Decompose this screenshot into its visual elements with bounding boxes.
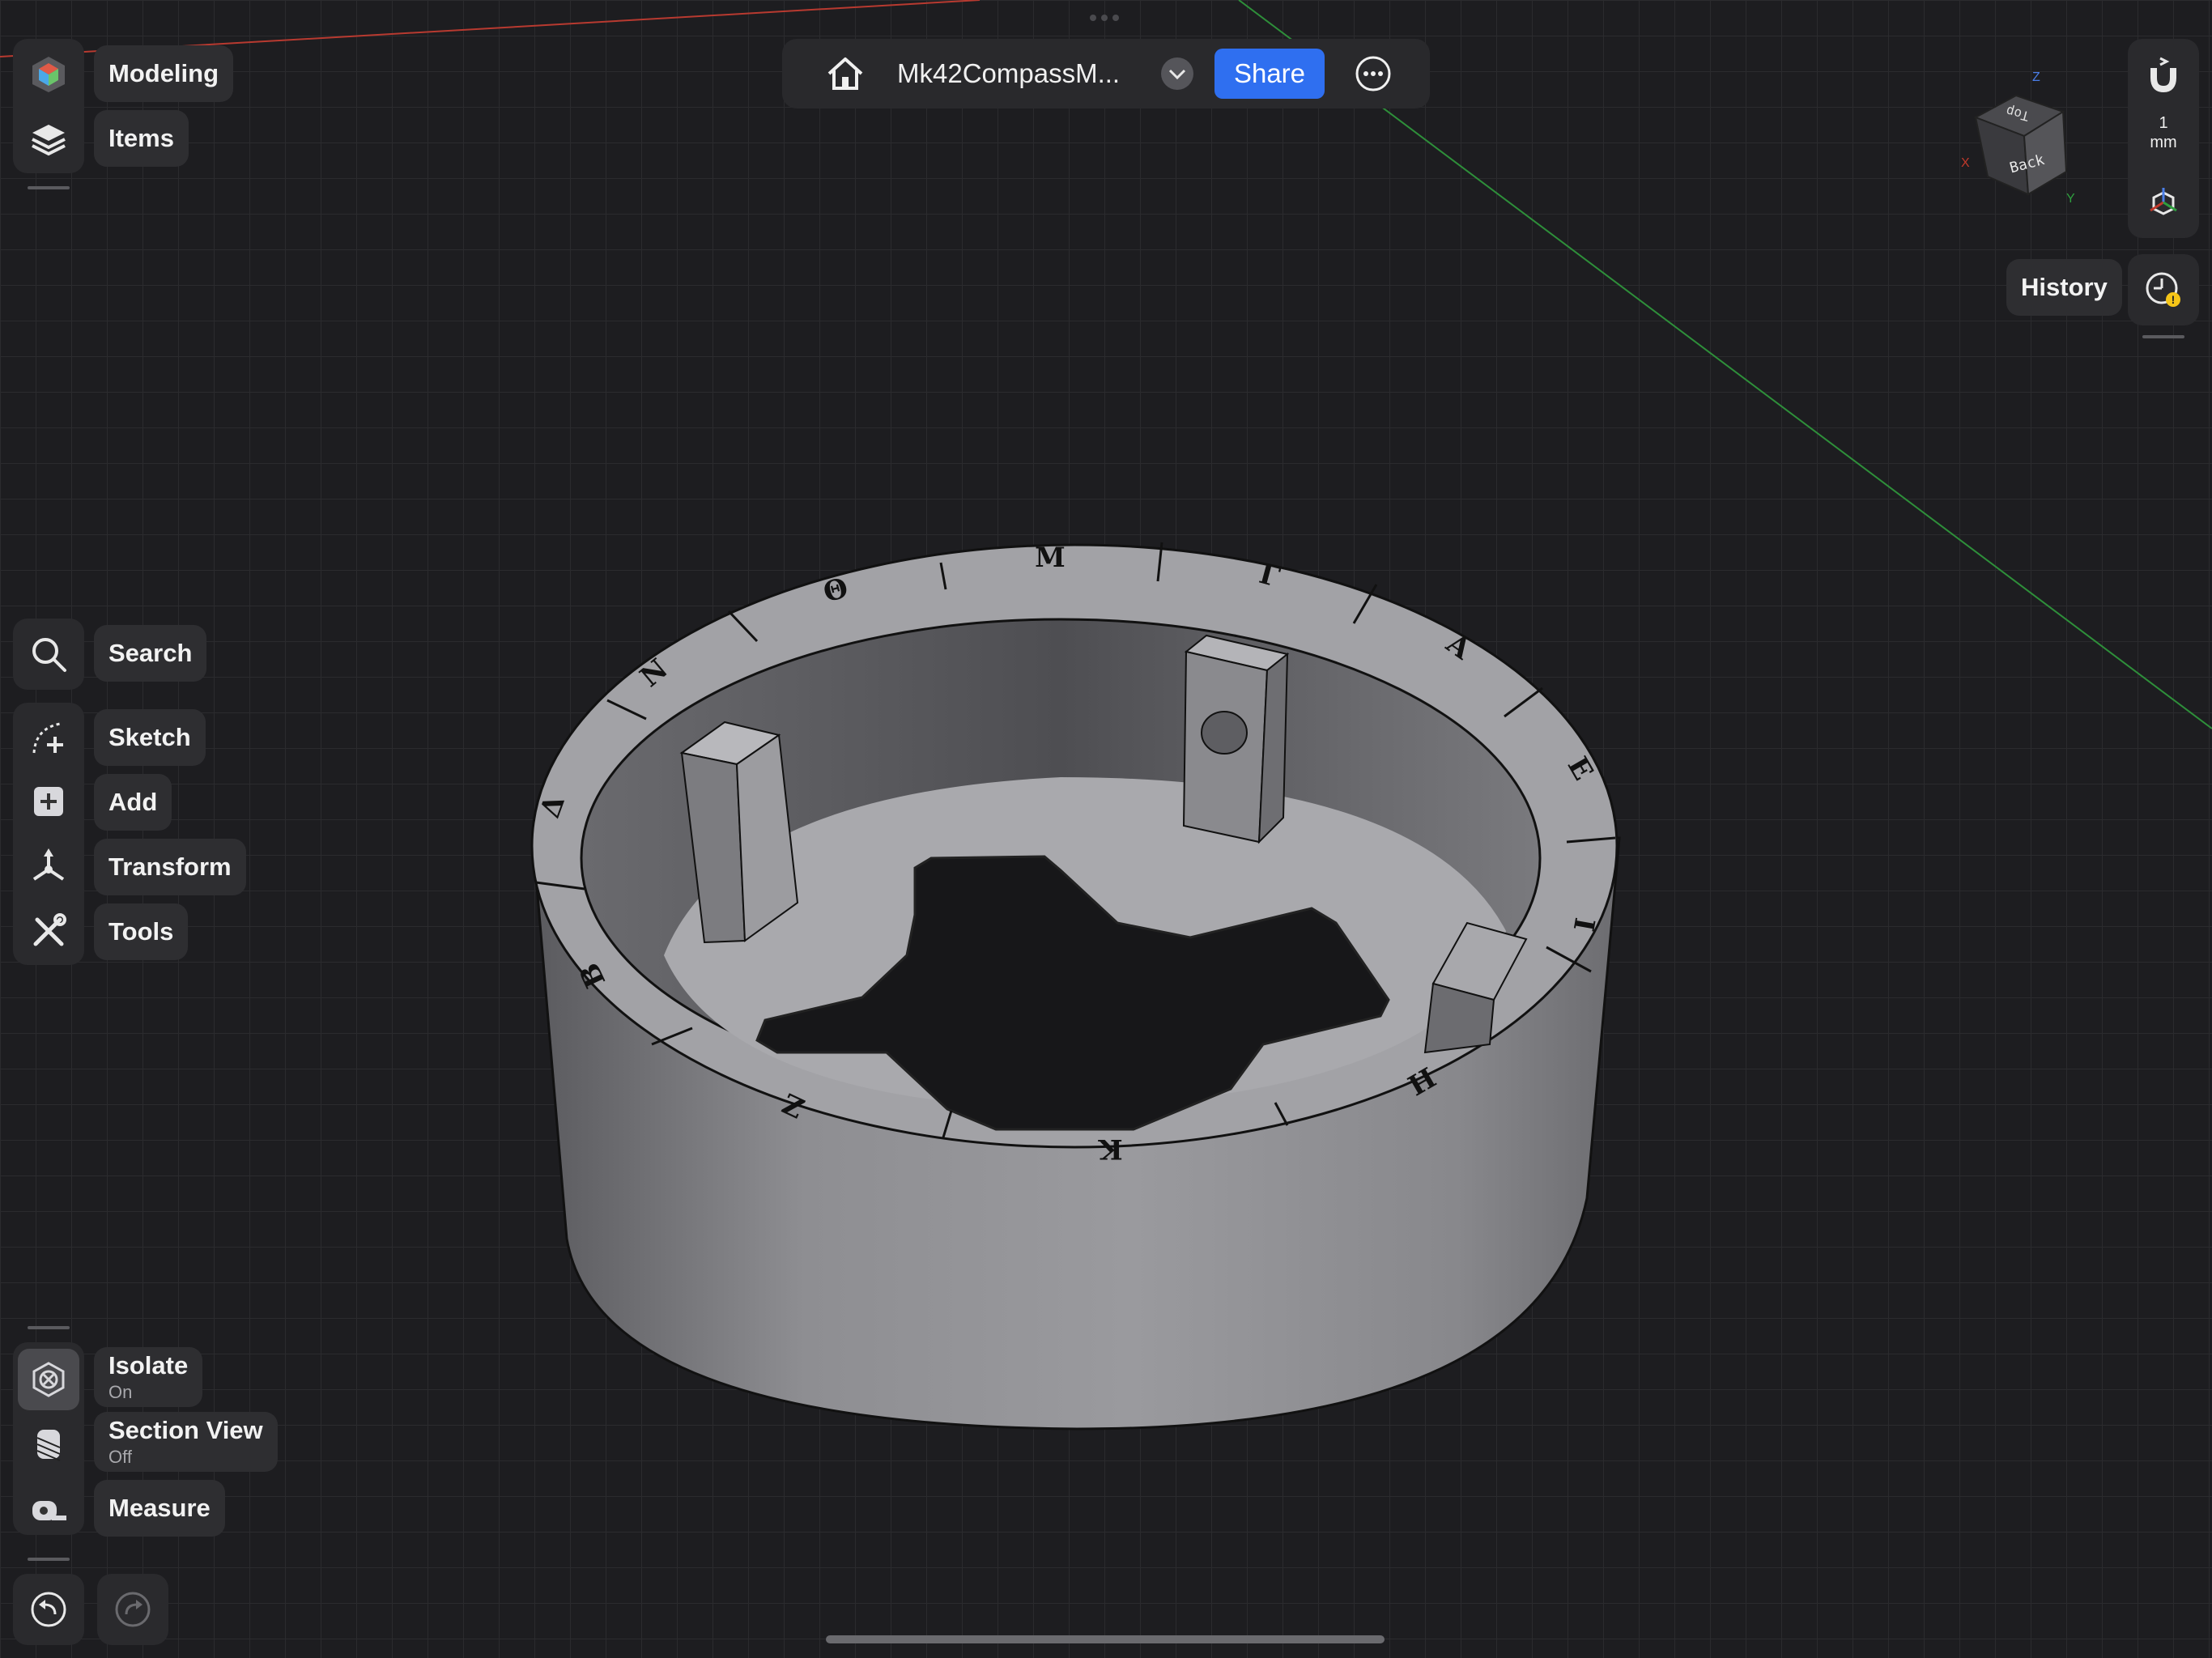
- document-top-bar: Mk42CompassM... Share: [782, 39, 1430, 108]
- transform-button[interactable]: [18, 835, 79, 897]
- undo-button[interactable]: [18, 1579, 79, 1640]
- redo-icon: [115, 1592, 151, 1627]
- isolate-label[interactable]: Isolate On: [94, 1347, 203, 1407]
- axis-z-label: Z: [2032, 70, 2040, 84]
- chevron-down-icon: [1161, 57, 1193, 90]
- section-view-label[interactable]: Section View Off: [94, 1412, 278, 1472]
- post-right: [1182, 634, 1290, 844]
- history-label[interactable]: History: [2006, 259, 2122, 316]
- compass-ring-model[interactable]: Θ Μ Γ Α Ε Ι Η Κ Ζ Β Δ Ν: [530, 542, 1621, 1431]
- 3d-viewport[interactable]: Θ Μ Γ Α Ε Ι Η Κ Ζ Β Δ Ν Top Back X Y Z: [0, 0, 2212, 1658]
- add-label[interactable]: Add: [94, 774, 172, 831]
- history-clock-icon: !: [2146, 272, 2180, 307]
- axis-x-label: X: [1961, 156, 1970, 170]
- isolate-title: Isolate: [108, 1351, 189, 1380]
- multitasking-dots: [1090, 15, 1122, 21]
- modeling-cube-icon: [32, 57, 65, 92]
- tools-button[interactable]: [18, 900, 79, 962]
- wrench-screwdriver-icon: [33, 913, 66, 946]
- items-button[interactable]: [18, 108, 79, 170]
- transform-label[interactable]: Transform: [94, 839, 246, 895]
- tape-measure-icon: [32, 1501, 66, 1520]
- magnet-icon: [2150, 57, 2176, 93]
- search-button[interactable]: [18, 623, 79, 685]
- more-options-button[interactable]: [1342, 43, 1404, 104]
- axis-cube-icon: [2150, 188, 2177, 215]
- grid-size-value: 1: [2159, 114, 2168, 132]
- home-indicator: [826, 1635, 1385, 1643]
- divider: [28, 1326, 70, 1329]
- divider: [2142, 335, 2184, 338]
- divider: [28, 186, 70, 189]
- items-label[interactable]: Items: [94, 110, 189, 167]
- sketch-icon: [32, 722, 63, 754]
- share-button[interactable]: Share: [1214, 49, 1325, 99]
- redo-button[interactable]: [102, 1579, 164, 1640]
- modeling-label[interactable]: Modeling: [94, 45, 234, 102]
- layers-icon: [32, 125, 66, 156]
- measure-button[interactable]: [18, 1478, 79, 1540]
- history-button[interactable]: !: [2133, 259, 2194, 321]
- section-view-state: Off: [108, 1447, 132, 1467]
- svg-text:!: !: [2172, 293, 2176, 306]
- divider: [28, 1558, 70, 1561]
- add-plus-icon: [34, 787, 63, 816]
- home-icon: [827, 57, 863, 90]
- add-button[interactable]: [18, 771, 79, 832]
- axis-y-label: Y: [2066, 192, 2075, 206]
- section-view-button[interactable]: [18, 1414, 79, 1475]
- tools-label[interactable]: Tools: [94, 903, 189, 960]
- snapping-button[interactable]: [2133, 44, 2194, 105]
- home-button[interactable]: [815, 43, 876, 104]
- rim-letter: Κ: [1098, 1133, 1123, 1165]
- measure-label[interactable]: Measure: [94, 1480, 225, 1537]
- rim-letter: Μ: [1035, 542, 1066, 574]
- grid-size-button[interactable]: 1 mm: [2133, 113, 2194, 162]
- isolate-state: On: [108, 1382, 133, 1402]
- grid-size-unit: mm: [2150, 134, 2177, 151]
- transform-arrows-icon: [32, 848, 65, 881]
- search-icon: [32, 638, 66, 672]
- undo-icon: [31, 1592, 66, 1627]
- sketch-button[interactable]: [18, 708, 79, 769]
- view-options-button[interactable]: [2133, 172, 2194, 233]
- isolate-icon: [32, 1362, 65, 1397]
- modeling-workspace-button[interactable]: [18, 44, 79, 105]
- more-ellipsis-icon: [1355, 56, 1391, 91]
- document-menu-button[interactable]: [1146, 43, 1208, 104]
- sketch-label[interactable]: Sketch: [94, 709, 206, 766]
- document-title[interactable]: Mk42CompassM...: [897, 39, 1120, 108]
- isolate-button[interactable]: [18, 1349, 79, 1410]
- search-label[interactable]: Search: [94, 625, 207, 682]
- section-view-icon: [36, 1430, 61, 1461]
- section-view-title: Section View: [108, 1416, 263, 1444]
